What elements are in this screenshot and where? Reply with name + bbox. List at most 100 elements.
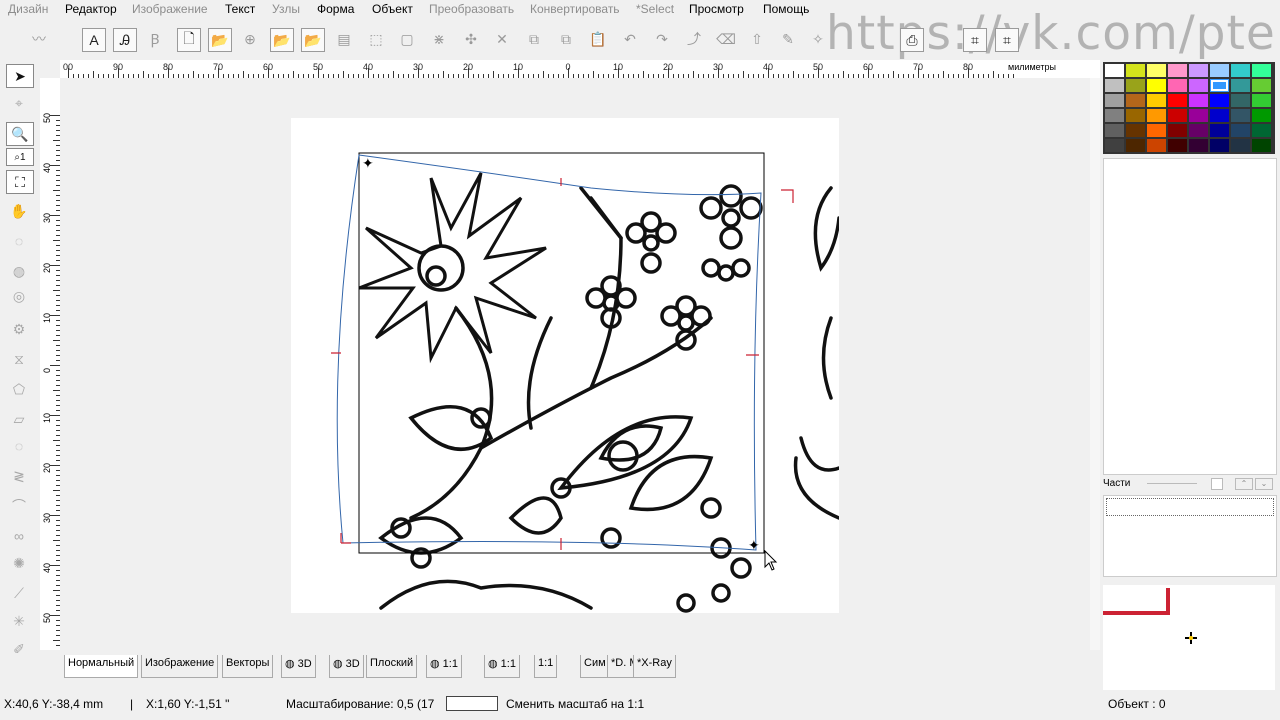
tab-4[interactable]: ◍ 3D (329, 655, 364, 678)
pointer-tool-icon[interactable]: ➤ (6, 64, 34, 88)
tab-6[interactable]: ◍ 1:1 (426, 655, 462, 678)
shape-tool-icon[interactable]: ◌ (6, 230, 32, 252)
color-swatch[interactable] (1189, 109, 1208, 122)
color-swatch[interactable] (1126, 64, 1145, 77)
fill-tool-icon[interactable]: ◍ (6, 260, 32, 282)
color-swatch[interactable] (1126, 94, 1145, 107)
color-swatch[interactable] (1147, 139, 1166, 152)
color-swatch[interactable] (1189, 79, 1208, 92)
pencil-tool-icon[interactable]: ✐ (6, 638, 32, 660)
star-icon[interactable]: ✧ (807, 28, 829, 50)
crop-icon[interactable]: ⌗ (963, 28, 987, 52)
color-swatch[interactable] (1189, 124, 1208, 137)
color-swatch[interactable] (1189, 139, 1208, 152)
color-swatch[interactable] (1168, 139, 1187, 152)
parts-list[interactable] (1103, 495, 1277, 577)
design-canvas[interactable]: ✦ ✦ (60, 78, 1100, 650)
node-tool-icon[interactable]: ⌖ (6, 92, 32, 114)
redo-icon[interactable]: ↷ (651, 28, 673, 50)
color-swatch[interactable] (1105, 124, 1124, 137)
parts-list-row[interactable] (1106, 498, 1274, 516)
tab-8[interactable]: 1:1 (534, 655, 558, 678)
color-swatch[interactable] (1168, 64, 1187, 77)
arrow-up-icon[interactable]: ⇧ (746, 28, 768, 50)
color-swatch[interactable] (1231, 109, 1250, 122)
scale-1-1-button[interactable]: Сменить масштаб на 1:1 (506, 697, 644, 711)
arc-tool-icon[interactable]: ⌒ (6, 495, 32, 517)
color-swatch[interactable] (1147, 124, 1166, 137)
color-swatch[interactable] (1105, 139, 1124, 152)
color-swatch[interactable] (1252, 94, 1271, 107)
color-swatch[interactable] (1210, 79, 1229, 92)
zoom-1-1-icon[interactable]: ⌕1 (6, 148, 34, 166)
color-swatch[interactable] (1252, 124, 1271, 137)
color-swatch[interactable] (1189, 94, 1208, 107)
color-swatch[interactable] (1252, 79, 1271, 92)
color-swatch[interactable] (1105, 79, 1124, 92)
color-swatch[interactable] (1210, 139, 1229, 152)
stitch-tool-icon[interactable]: ⧖ (6, 348, 32, 370)
color-swatch[interactable] (1168, 79, 1187, 92)
save-icon[interactable]: ▤ (333, 28, 355, 50)
color-swatch[interactable] (1231, 124, 1250, 137)
color-swatch[interactable] (1147, 94, 1166, 107)
color-swatch[interactable] (1252, 139, 1271, 152)
color-swatch[interactable] (1126, 124, 1145, 137)
pen-icon[interactable]: ✎ (777, 28, 799, 50)
copy-icon[interactable]: ⧉ (523, 28, 545, 50)
color-swatch[interactable] (1126, 139, 1145, 152)
menu-item-4[interactable]: Узлы (272, 2, 300, 16)
curve-icon[interactable]: ⤴ (683, 28, 705, 50)
page-area[interactable]: ✦ ✦ (291, 118, 839, 613)
select-box-icon[interactable]: ⬚ (365, 28, 387, 50)
undo-icon[interactable]: ↶ (619, 28, 641, 50)
color-swatch[interactable] (1105, 109, 1124, 122)
color-swatch[interactable] (1231, 139, 1250, 152)
parts-slider[interactable] (1147, 483, 1197, 484)
menu-item-10[interactable]: Просмотр (689, 2, 744, 16)
menu-item-6[interactable]: Объект (372, 2, 413, 16)
color-swatch[interactable] (1147, 79, 1166, 92)
import-icon[interactable]: ⊕ (239, 28, 261, 50)
color-swatch[interactable] (1210, 64, 1229, 77)
tab-2[interactable]: Векторы (222, 655, 274, 678)
tab-5[interactable]: Плоский (366, 655, 418, 678)
menu-item-3[interactable]: Текст (225, 2, 255, 16)
pattern-tool-icon[interactable]: ◎ (6, 285, 32, 307)
paste-icon[interactable]: 📋 (587, 28, 609, 50)
new-file-icon[interactable]: 🗋 (177, 28, 201, 52)
link-tool-icon[interactable]: ∞ (6, 525, 32, 547)
menu-item-7[interactable]: Преобразовать (429, 2, 514, 16)
menu-item-5[interactable]: Форма (317, 2, 354, 16)
hand-tool-icon[interactable]: ✋ (6, 200, 32, 222)
duplicate-icon[interactable]: ⧉ (555, 28, 577, 50)
frame-icon[interactable]: ▢ (396, 28, 418, 50)
tab-9[interactable]: Сим (580, 655, 610, 678)
outline-tool-icon[interactable]: ◌ (6, 435, 32, 457)
cut-icon[interactable]: ✕ (491, 28, 513, 50)
tab-0[interactable]: Нормальный (64, 655, 139, 678)
parts-up-button[interactable]: ⌃ (1235, 478, 1253, 490)
tab-3[interactable]: ◍ 3D (281, 655, 316, 678)
polygon-tool-icon[interactable]: ⬠ (6, 378, 32, 400)
printer-icon[interactable]: ⎙ (900, 28, 924, 52)
embroidery-artwork[interactable]: ✦ ✦ (291, 118, 839, 613)
color-swatch[interactable] (1231, 79, 1250, 92)
color-swatch[interactable] (1126, 109, 1145, 122)
frame-tool-icon[interactable]: ⌗ (995, 28, 1019, 52)
color-swatch[interactable] (1105, 94, 1124, 107)
lasso-tool-icon[interactable]: ⛶ (6, 170, 34, 194)
parts-checkbox[interactable] (1211, 478, 1223, 490)
color-swatch[interactable] (1168, 94, 1187, 107)
color-swatch[interactable] (1147, 64, 1166, 77)
menu-item-2[interactable]: Изображение (132, 2, 208, 16)
wave-tool-icon[interactable]: 〰 (28, 28, 50, 50)
needle-tool-icon[interactable]: ⟋ (6, 582, 32, 604)
color-swatch[interactable] (1168, 124, 1187, 137)
color-swatch[interactable] (1147, 109, 1166, 122)
color-swatch[interactable] (1105, 64, 1124, 77)
color-swatch[interactable] (1210, 94, 1229, 107)
color-swatch[interactable] (1189, 64, 1208, 77)
spark-tool-icon[interactable]: ✳ (6, 610, 32, 632)
scatter-icon[interactable]: ✣ (460, 28, 482, 50)
